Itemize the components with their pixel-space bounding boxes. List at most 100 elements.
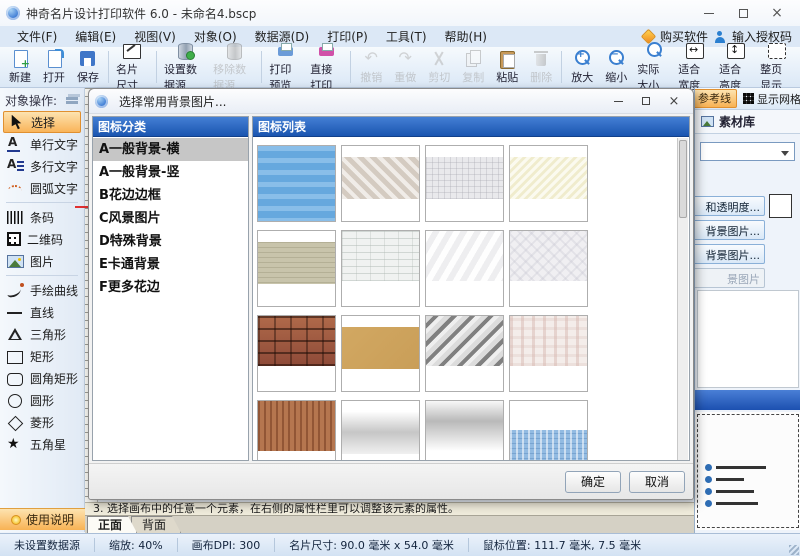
menu-item[interactable]: 帮助(H): [436, 30, 496, 44]
toolbar-copy: 复制: [456, 48, 490, 86]
category-item[interactable]: B花边边框: [93, 184, 248, 207]
toolbar-label: 复制: [462, 69, 484, 85]
grid-icon: [743, 93, 754, 104]
toolbar-open-doc[interactable]: 打开: [37, 48, 71, 86]
background-select-dropdown[interactable]: [700, 142, 795, 161]
maximize-button[interactable]: [726, 3, 760, 23]
delete-icon: [531, 50, 551, 68]
panel-button-2[interactable]: 背景图片...: [694, 244, 765, 264]
tool-cursor[interactable]: 选择: [3, 111, 81, 133]
background-thumbnail-blue-watercolor[interactable]: [257, 145, 336, 222]
toolbar-fit-height[interactable]: ↕适合高度: [715, 48, 756, 86]
background-thumbnail-red-stone-brick[interactable]: [257, 315, 336, 392]
tool-rect[interactable]: 矩形: [0, 345, 84, 367]
toolbar-zoom-actual[interactable]: 实际大小: [633, 48, 674, 86]
page-tab-背面[interactable]: 背面: [131, 516, 181, 533]
cancel-button[interactable]: 取消: [629, 471, 685, 493]
tool-image[interactable]: 图片: [0, 250, 84, 272]
tool-label: 菱形: [30, 414, 54, 431]
tool-label: 多行文字: [30, 158, 78, 175]
help-button[interactable]: 使用说明: [0, 508, 85, 530]
category-pane-header: 图标分类: [93, 117, 248, 137]
dialog-minimize-button[interactable]: [605, 93, 631, 110]
tool-rounded-rect[interactable]: 圆角矩形: [0, 367, 84, 389]
toolbar-fit-page[interactable]: 整页显示: [756, 48, 797, 86]
toolbar-zoom-out[interactable]: −缩小: [599, 48, 633, 86]
app-logo-icon: [6, 6, 20, 20]
page-tab-正面[interactable]: 正面: [87, 516, 137, 533]
toolbar-fit-width[interactable]: ↔适合宽度: [674, 48, 715, 86]
background-thumbnail-silver-gradient-2[interactable]: [425, 400, 504, 460]
dialog-close-button[interactable]: ×: [661, 93, 687, 110]
background-thumbnail-olive-paper[interactable]: [257, 230, 336, 307]
toolbar-new-doc[interactable]: 新建: [3, 48, 37, 86]
background-thumbnail-metal-diagonal[interactable]: [425, 315, 504, 392]
category-item[interactable]: D特殊背景: [93, 230, 248, 253]
dialog-maximize-button[interactable]: [633, 93, 659, 110]
toolbar-label: 打开: [43, 69, 65, 85]
tool-barcode[interactable]: 条码: [0, 206, 84, 228]
minimize-button[interactable]: [692, 3, 726, 23]
show-guides-button[interactable]: 参考线: [694, 89, 737, 108]
menu-item[interactable]: 编辑(E): [66, 30, 125, 44]
background-thumbnail-tan-solid[interactable]: [341, 315, 420, 392]
background-color-swatch[interactable]: [769, 194, 792, 218]
main-toolbar: 新建打开保存名片尺寸设置数据源移除数据源打印预览直接打印↶撤销↷重做剪切复制粘贴…: [0, 47, 800, 88]
tool-line[interactable]: 直线: [0, 301, 84, 323]
menu-item[interactable]: 工具(T): [377, 30, 436, 44]
tool-single-text[interactable]: 单行文字: [0, 133, 84, 155]
show-grid-button[interactable]: 显示网格: [757, 91, 800, 107]
background-thumbnail-gray-maze[interactable]: [425, 145, 504, 222]
category-item[interactable]: E卡通背景: [93, 253, 248, 276]
background-thumbnail-white-damask[interactable]: [509, 230, 588, 307]
category-item[interactable]: A一般背景-竖: [93, 161, 248, 184]
background-thumbnail-beige-marble[interactable]: [341, 145, 420, 222]
cut-icon: [429, 50, 449, 68]
status-item: 名片尺寸: 90.0 毫米 x 54.0 毫米: [275, 537, 468, 553]
tab-material-library[interactable]: 素材库: [695, 110, 800, 134]
menu-item[interactable]: 文件(F): [8, 30, 66, 44]
toolbar-paste[interactable]: 粘贴: [490, 48, 524, 86]
olive-paper-texture: [258, 242, 335, 284]
toolbar-label: 重做: [394, 69, 416, 85]
tool-triangle[interactable]: 三角形: [0, 323, 84, 345]
toolbar-db-set[interactable]: 设置数据源: [160, 48, 209, 86]
toolbar-card-size[interactable]: 名片尺寸: [112, 48, 153, 86]
toolbox-separator: [6, 275, 78, 276]
contact-bullet-icon: [705, 500, 712, 507]
toolbar-zoom-in[interactable]: +放大: [565, 48, 599, 86]
tool-curve[interactable]: 手绘曲线: [0, 279, 84, 301]
white-soft-texture: [426, 231, 503, 281]
background-thumbnail-blue-dotted[interactable]: [509, 400, 588, 460]
background-thumbnail-white-brick[interactable]: [341, 230, 420, 307]
category-item[interactable]: A一般背景-横: [93, 138, 248, 161]
background-thumbnail-wood-grain[interactable]: [257, 400, 336, 460]
scrollbar-thumb[interactable]: [679, 140, 687, 218]
background-thumbnail-pink-floral[interactable]: [509, 315, 588, 392]
card-canvas-preview[interactable]: [695, 412, 800, 530]
category-item[interactable]: C风景图片: [93, 207, 248, 230]
background-thumbnail-silver-gradient[interactable]: [341, 400, 420, 460]
tool-qrcode[interactable]: 二维码: [0, 228, 84, 250]
toolbar-print-preview[interactable]: 打印预览: [265, 48, 306, 86]
tool-star[interactable]: ★五角星: [0, 433, 84, 455]
background-thumbnail-pale-yellow-paper[interactable]: [509, 145, 588, 222]
toolbar-print[interactable]: 直接打印: [306, 48, 347, 86]
icon-list-scrollbar[interactable]: [677, 138, 688, 460]
tool-multi-text[interactable]: 多行文字: [0, 155, 84, 177]
panel-button-0[interactable]: 和透明度...: [694, 196, 765, 216]
toolbar-save[interactable]: 保存: [71, 48, 105, 86]
tool-diamond[interactable]: 菱形: [0, 411, 84, 433]
resize-grip[interactable]: [789, 545, 799, 555]
tool-label: 条码: [30, 209, 54, 226]
contact-bullet-icon: [705, 476, 712, 483]
close-button[interactable]: ×: [760, 3, 794, 23]
tool-circle[interactable]: 圆形: [0, 389, 84, 411]
tool-label: 单行文字: [30, 136, 78, 153]
tool-arc-text[interactable]: 圆弧文字: [0, 177, 84, 199]
panel-button-1[interactable]: 背景图片...: [694, 220, 765, 240]
contact-text-line: [716, 490, 754, 493]
ok-button[interactable]: 确定: [565, 471, 621, 493]
category-item[interactable]: F更多花边: [93, 276, 248, 299]
background-thumbnail-white-soft[interactable]: [425, 230, 504, 307]
